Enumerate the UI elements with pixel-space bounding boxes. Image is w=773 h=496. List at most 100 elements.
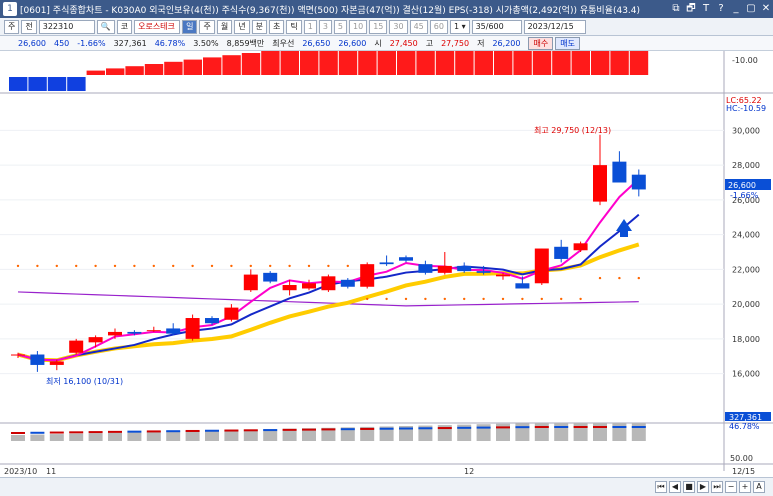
sar-dot: [521, 297, 524, 301]
current-pct-tag: -1.66%: [730, 191, 759, 200]
period-tick[interactable]: 틱: [286, 19, 302, 34]
date-label-dec: 12: [464, 467, 474, 476]
font-icon[interactable]: A: [753, 481, 765, 493]
mode-button-all[interactable]: 전: [21, 19, 37, 34]
volume-marker: [593, 426, 607, 428]
search-icon[interactable]: 🔍: [96, 19, 115, 34]
price-chart[interactable]: -10.00 30,00028,00026,00024,00022,00020,…: [0, 51, 773, 496]
prev-icon[interactable]: ◀: [669, 481, 681, 493]
low-price: 26,200: [492, 38, 521, 48]
price-axis-label: 28,000: [732, 161, 760, 170]
stock-code-input[interactable]: 322310: [38, 19, 95, 34]
sar-dot: [55, 264, 58, 268]
last-icon[interactable]: ⏭: [711, 481, 723, 493]
volume-bar: [243, 429, 258, 441]
date-label-last: 12/15: [732, 467, 755, 476]
volume-bar: [224, 430, 239, 441]
maximize-button[interactable]: ▢: [744, 2, 758, 16]
restore-icon[interactable]: 🗗: [684, 2, 698, 16]
minimize-button[interactable]: _: [729, 2, 743, 16]
period-month[interactable]: 월: [216, 19, 233, 34]
volume-marker: [282, 428, 297, 431]
minute-15[interactable]: 15: [369, 19, 388, 34]
zoom-in-icon[interactable]: +: [739, 481, 751, 493]
volume-marker: [476, 426, 491, 429]
candle-body: [496, 274, 510, 277]
candle-body: [399, 257, 413, 261]
price-axis-label: 30,000: [732, 126, 760, 135]
volume-marker: [185, 429, 200, 432]
sar-dot: [36, 264, 39, 268]
trade-amount: 8,859백만: [226, 38, 265, 48]
price-axis-label: 24,000: [732, 231, 760, 240]
next-icon[interactable]: ▶: [697, 481, 709, 493]
help-icon[interactable]: ?: [714, 2, 728, 16]
minute-30[interactable]: 30: [389, 19, 408, 34]
minute-3[interactable]: 3: [318, 19, 332, 34]
volume-bar: [573, 423, 588, 441]
sar-dot: [637, 276, 640, 280]
candle-body: [437, 265, 452, 273]
period-week[interactable]: 주: [199, 19, 215, 34]
period-second[interactable]: 초: [268, 19, 285, 34]
sar-dot: [94, 264, 97, 268]
period-minute[interactable]: 분: [251, 19, 267, 34]
minute-60[interactable]: 60: [429, 19, 448, 34]
low-label: 저: [477, 38, 485, 48]
text-icon[interactable]: T: [699, 2, 713, 16]
indicator-bar: [377, 51, 396, 75]
indicator-bar: [494, 51, 513, 75]
candle-body: [360, 264, 375, 287]
close-button[interactable]: ✕: [759, 2, 773, 16]
buy-button[interactable]: 매수: [528, 36, 554, 50]
price-axis-label: 16,000: [732, 370, 760, 379]
date-input[interactable]: 2023/12/15: [523, 19, 586, 34]
sar-dot: [463, 297, 466, 301]
window-number: 1: [3, 2, 17, 16]
volume-marker: [631, 426, 646, 428]
volume-marker: [437, 427, 452, 430]
volume-bar: [88, 433, 103, 441]
indicator-bar: [532, 51, 552, 75]
candle-body: [631, 174, 646, 190]
candle-body: [127, 331, 142, 334]
mode-button[interactable]: 주: [4, 19, 20, 34]
volume-marker: [263, 429, 278, 432]
minute-5[interactable]: 5: [333, 19, 347, 34]
volume-marker: [399, 427, 413, 430]
volume-marker: [612, 426, 627, 428]
sell-button[interactable]: 매도: [555, 36, 580, 50]
minute-45[interactable]: 45: [409, 19, 428, 34]
indicator-bar: [203, 57, 222, 75]
current-price-tag: 26,600: [728, 181, 756, 190]
indicator-bar: [86, 70, 105, 75]
sar-dot: [210, 264, 214, 268]
volume-bar: [146, 431, 161, 441]
sar-dot: [327, 264, 330, 268]
candle-body: [69, 340, 84, 353]
period-year[interactable]: 년: [234, 19, 250, 34]
stop-icon[interactable]: ■: [683, 481, 695, 493]
volume-marker: [108, 430, 122, 433]
volume-bar: [612, 423, 627, 441]
indicator-bar: [338, 51, 358, 75]
minute-10[interactable]: 10: [349, 19, 368, 34]
zoom-out-icon[interactable]: −: [725, 481, 737, 493]
max-label: 최고 29,750 (12/13): [534, 125, 611, 135]
volume-marker: [146, 430, 161, 433]
data-count[interactable]: 35/600: [471, 19, 522, 34]
link-icon[interactable]: ⧉: [669, 2, 683, 16]
interval-select[interactable]: 1 ▾: [449, 19, 470, 34]
sar-dot: [482, 297, 485, 301]
candle-body: [612, 161, 627, 183]
period-day[interactable]: 일: [182, 19, 198, 34]
candle-body: [11, 354, 25, 356]
sar-dot: [16, 264, 20, 268]
indicator-bar: [513, 51, 532, 75]
sar-dot: [424, 297, 427, 301]
first-icon[interactable]: ⏮: [655, 481, 667, 493]
minute-1[interactable]: 1: [303, 19, 317, 34]
volume-marker: [11, 432, 25, 434]
sar-dot: [346, 264, 349, 268]
open-label: 시: [374, 38, 382, 48]
